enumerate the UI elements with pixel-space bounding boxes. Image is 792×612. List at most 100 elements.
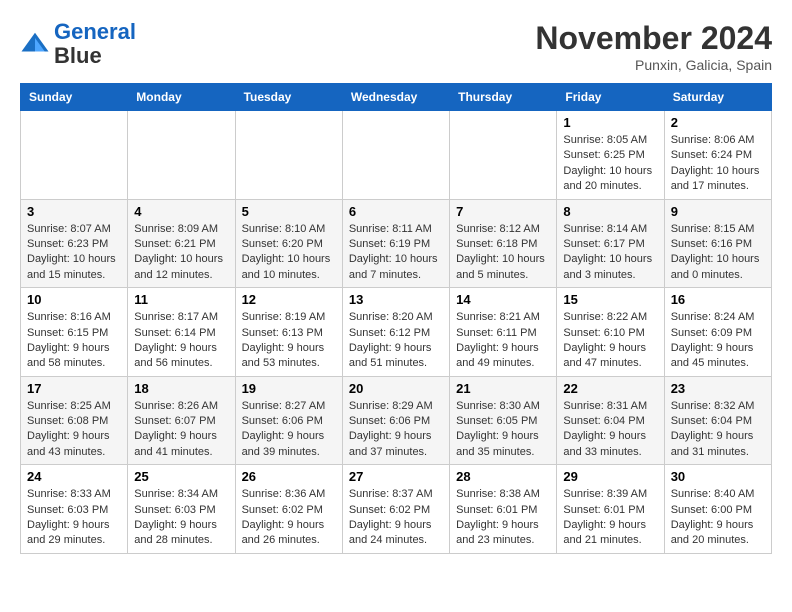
- day-info: Sunrise: 8:21 AM Sunset: 6:11 PM Dayligh…: [456, 310, 550, 372]
- day-number: 8: [563, 204, 657, 219]
- day-number: 30: [671, 469, 765, 484]
- day-number: 7: [456, 204, 550, 219]
- day-info: Sunrise: 8:07 AM Sunset: 6:23 PM Dayligh…: [27, 222, 121, 284]
- calendar-day-cell: 15Sunrise: 8:22 AM Sunset: 6:10 PM Dayli…: [557, 288, 664, 377]
- calendar-day-cell: 4 Sunrise: 8:09 AM Sunset: 6:21 PM Daylig…: [128, 199, 235, 288]
- day-info: Sunrise: 8:37 AM Sunset: 6:02 PM Dayligh…: [349, 487, 443, 549]
- calendar-day-cell: [450, 111, 557, 200]
- day-info: Sunrise: 8:34 AM Sunset: 6:03 PM Dayligh…: [134, 487, 228, 549]
- day-number: 27: [349, 469, 443, 484]
- title-area: November 2024 Punxin, Galicia, Spain: [535, 20, 772, 73]
- day-number: 25: [134, 469, 228, 484]
- calendar-day-cell: [21, 111, 128, 200]
- day-number: 21: [456, 381, 550, 396]
- calendar-day-cell: 19 Sunrise: 8:27 AM Sunset: 6:06 PM Dayli…: [235, 376, 342, 465]
- day-number: 26: [242, 469, 336, 484]
- day-number: 20: [349, 381, 443, 396]
- day-info: Sunrise: 8:33 AM Sunset: 6:03 PM Dayligh…: [27, 487, 121, 549]
- calendar-day-cell: 20 Sunrise: 8:29 AM Sunset: 6:06 PM Dayli…: [342, 376, 449, 465]
- subtitle: Punxin, Galicia, Spain: [535, 57, 772, 73]
- day-info: Sunrise: 8:17 AM Sunset: 6:14 PM Dayligh…: [134, 310, 228, 372]
- day-number: 16: [671, 292, 765, 307]
- calendar-day-cell: 1 Sunrise: 8:05 AM Sunset: 6:25 PM Daylig…: [557, 111, 664, 200]
- day-info: Sunrise: 8:26 AM Sunset: 6:07 PM Dayligh…: [134, 399, 228, 461]
- calendar-day-cell: 21 Sunrise: 8:30 AM Sunset: 6:05 PM Dayli…: [450, 376, 557, 465]
- calendar-day-cell: 18 Sunrise: 8:26 AM Sunset: 6:07 PM Dayli…: [128, 376, 235, 465]
- calendar-day-cell: 8Sunrise: 8:14 AM Sunset: 6:17 PM Daylig…: [557, 199, 664, 288]
- day-number: 10: [27, 292, 121, 307]
- calendar-week-row: 3Sunrise: 8:07 AM Sunset: 6:23 PM Daylig…: [21, 199, 772, 288]
- logo-icon: [20, 29, 50, 59]
- day-number: 4: [134, 204, 228, 219]
- day-info: Sunrise: 8:11 AM Sunset: 6:19 PM Dayligh…: [349, 222, 443, 284]
- day-info: Sunrise: 8:09 AM Sunset: 6:21 PM Dayligh…: [134, 222, 228, 284]
- day-info: Sunrise: 8:20 AM Sunset: 6:12 PM Dayligh…: [349, 310, 443, 372]
- month-title: November 2024: [535, 20, 772, 57]
- weekday-header: Sunday: [21, 84, 128, 111]
- calendar-week-row: 24Sunrise: 8:33 AM Sunset: 6:03 PM Dayli…: [21, 465, 772, 554]
- calendar-day-cell: 27 Sunrise: 8:37 AM Sunset: 6:02 PM Dayli…: [342, 465, 449, 554]
- calendar-day-cell: 14 Sunrise: 8:21 AM Sunset: 6:11 PM Dayli…: [450, 288, 557, 377]
- day-info: Sunrise: 8:36 AM Sunset: 6:02 PM Dayligh…: [242, 487, 336, 549]
- day-info: Sunrise: 8:15 AM Sunset: 6:16 PM Dayligh…: [671, 222, 765, 284]
- calendar-day-cell: 12 Sunrise: 8:19 AM Sunset: 6:13 PM Dayli…: [235, 288, 342, 377]
- logo: General Blue: [20, 20, 136, 68]
- calendar-day-cell: 9 Sunrise: 8:15 AM Sunset: 6:16 PM Daylig…: [664, 199, 771, 288]
- day-info: Sunrise: 8:32 AM Sunset: 6:04 PM Dayligh…: [671, 399, 765, 461]
- day-info: Sunrise: 8:40 AM Sunset: 6:00 PM Dayligh…: [671, 487, 765, 549]
- day-number: 14: [456, 292, 550, 307]
- day-info: Sunrise: 8:06 AM Sunset: 6:24 PM Dayligh…: [671, 133, 765, 195]
- day-info: Sunrise: 8:27 AM Sunset: 6:06 PM Dayligh…: [242, 399, 336, 461]
- day-info: Sunrise: 8:24 AM Sunset: 6:09 PM Dayligh…: [671, 310, 765, 372]
- day-info: Sunrise: 8:12 AM Sunset: 6:18 PM Dayligh…: [456, 222, 550, 284]
- weekday-header: Tuesday: [235, 84, 342, 111]
- calendar-day-cell: 3Sunrise: 8:07 AM Sunset: 6:23 PM Daylig…: [21, 199, 128, 288]
- day-info: Sunrise: 8:19 AM Sunset: 6:13 PM Dayligh…: [242, 310, 336, 372]
- calendar-day-cell: 2 Sunrise: 8:06 AM Sunset: 6:24 PM Daylig…: [664, 111, 771, 200]
- day-number: 17: [27, 381, 121, 396]
- day-number: 9: [671, 204, 765, 219]
- calendar-week-row: 1 Sunrise: 8:05 AM Sunset: 6:25 PM Daylig…: [21, 111, 772, 200]
- logo-text: General Blue: [54, 20, 136, 68]
- day-number: 13: [349, 292, 443, 307]
- weekday-header: Friday: [557, 84, 664, 111]
- day-number: 15: [563, 292, 657, 307]
- weekday-header: Thursday: [450, 84, 557, 111]
- calendar-day-cell: 29Sunrise: 8:39 AM Sunset: 6:01 PM Dayli…: [557, 465, 664, 554]
- calendar-day-cell: 5 Sunrise: 8:10 AM Sunset: 6:20 PM Daylig…: [235, 199, 342, 288]
- day-number: 6: [349, 204, 443, 219]
- day-number: 2: [671, 115, 765, 130]
- calendar-day-cell: 23Sunrise: 8:32 AM Sunset: 6:04 PM Dayli…: [664, 376, 771, 465]
- calendar-day-cell: 22Sunrise: 8:31 AM Sunset: 6:04 PM Dayli…: [557, 376, 664, 465]
- day-number: 12: [242, 292, 336, 307]
- day-info: Sunrise: 8:05 AM Sunset: 6:25 PM Dayligh…: [563, 133, 657, 195]
- day-info: Sunrise: 8:39 AM Sunset: 6:01 PM Dayligh…: [563, 487, 657, 549]
- day-number: 18: [134, 381, 228, 396]
- calendar-day-cell: 17Sunrise: 8:25 AM Sunset: 6:08 PM Dayli…: [21, 376, 128, 465]
- day-number: 1: [563, 115, 657, 130]
- weekday-header: Monday: [128, 84, 235, 111]
- day-number: 22: [563, 381, 657, 396]
- day-info: Sunrise: 8:29 AM Sunset: 6:06 PM Dayligh…: [349, 399, 443, 461]
- day-number: 5: [242, 204, 336, 219]
- page-header: General Blue November 2024 Punxin, Galic…: [20, 20, 772, 73]
- calendar-week-row: 17Sunrise: 8:25 AM Sunset: 6:08 PM Dayli…: [21, 376, 772, 465]
- calendar-day-cell: 28Sunrise: 8:38 AM Sunset: 6:01 PM Dayli…: [450, 465, 557, 554]
- calendar-day-cell: 16 Sunrise: 8:24 AM Sunset: 6:09 PM Dayli…: [664, 288, 771, 377]
- day-info: Sunrise: 8:38 AM Sunset: 6:01 PM Dayligh…: [456, 487, 550, 549]
- day-number: 19: [242, 381, 336, 396]
- calendar-day-cell: [342, 111, 449, 200]
- weekday-header: Wednesday: [342, 84, 449, 111]
- day-number: 11: [134, 292, 228, 307]
- day-info: Sunrise: 8:30 AM Sunset: 6:05 PM Dayligh…: [456, 399, 550, 461]
- calendar-day-cell: 11 Sunrise: 8:17 AM Sunset: 6:14 PM Dayli…: [128, 288, 235, 377]
- calendar-day-cell: 25 Sunrise: 8:34 AM Sunset: 6:03 PM Dayli…: [128, 465, 235, 554]
- calendar-day-cell: 6 Sunrise: 8:11 AM Sunset: 6:19 PM Daylig…: [342, 199, 449, 288]
- day-info: Sunrise: 8:16 AM Sunset: 6:15 PM Dayligh…: [27, 310, 121, 372]
- calendar-day-cell: 13 Sunrise: 8:20 AM Sunset: 6:12 PM Dayli…: [342, 288, 449, 377]
- calendar-day-cell: 26 Sunrise: 8:36 AM Sunset: 6:02 PM Dayli…: [235, 465, 342, 554]
- calendar: SundayMondayTuesdayWednesdayThursdayFrid…: [20, 83, 772, 554]
- calendar-day-cell: 24Sunrise: 8:33 AM Sunset: 6:03 PM Dayli…: [21, 465, 128, 554]
- day-info: Sunrise: 8:10 AM Sunset: 6:20 PM Dayligh…: [242, 222, 336, 284]
- calendar-header-row: SundayMondayTuesdayWednesdayThursdayFrid…: [21, 84, 772, 111]
